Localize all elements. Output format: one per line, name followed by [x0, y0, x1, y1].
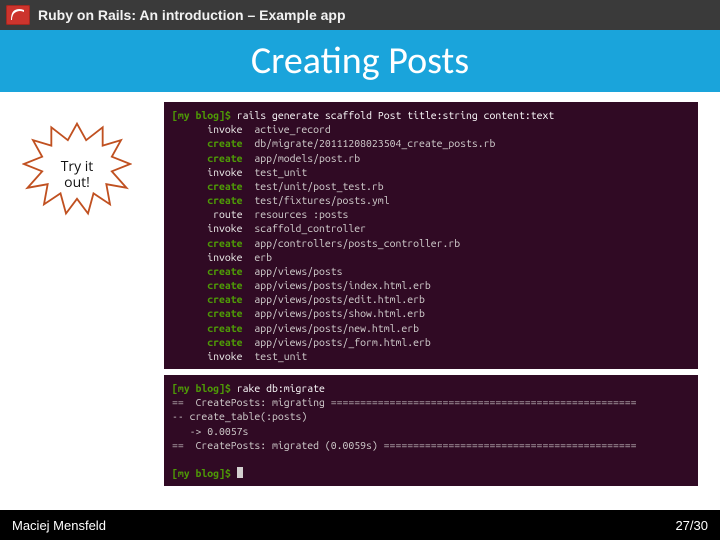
- content-area: Try it out! [my blog]$ rails generate sc…: [0, 92, 720, 510]
- top-bar: Ruby on Rails: An introduction – Example…: [0, 0, 720, 30]
- footer-bar: Maciej Mensfeld 27/30: [0, 510, 720, 540]
- try-it-callout: Try it out!: [22, 120, 132, 230]
- top-bar-title: Ruby on Rails: An introduction – Example…: [38, 7, 346, 23]
- slide-heading: Creating Posts: [251, 38, 469, 84]
- footer-page-number: 27/30: [675, 518, 708, 533]
- rails-logo-icon: [6, 5, 30, 25]
- terminal-migrate-output: [my blog]$ rake db:migrate == CreatePost…: [164, 375, 698, 486]
- callout-line-2: out!: [64, 173, 90, 192]
- title-band: Creating Posts: [0, 30, 720, 92]
- callout-text: Try it out!: [61, 159, 94, 191]
- terminal-group: [my blog]$ rails generate scaffold Post …: [164, 102, 706, 486]
- terminal-scaffold-output: [my blog]$ rails generate scaffold Post …: [164, 102, 698, 369]
- slide: Ruby on Rails: An introduction – Example…: [0, 0, 720, 540]
- footer-author: Maciej Mensfeld: [12, 518, 106, 533]
